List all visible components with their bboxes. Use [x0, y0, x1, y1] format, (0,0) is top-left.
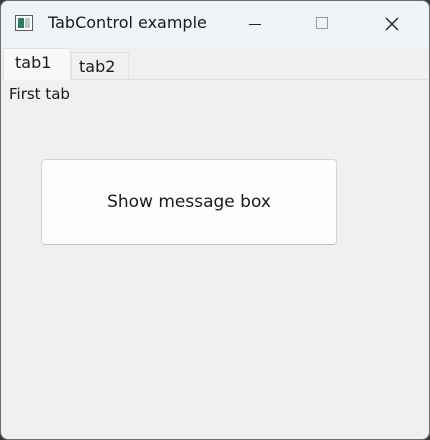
minimize-button[interactable] [232, 1, 278, 48]
tab-panel-label: First tab [9, 85, 70, 103]
minimize-icon [249, 24, 261, 25]
app-window-icon [15, 15, 33, 31]
close-button[interactable] [369, 1, 415, 48]
maximize-icon [316, 17, 328, 29]
window-title: TabControl example [48, 13, 207, 32]
app-window: TabControl example tab2 tab1 First tab S… [0, 0, 430, 440]
close-icon [385, 17, 399, 31]
tab-tab1[interactable]: tab1 [3, 48, 71, 80]
show-message-box-button[interactable]: Show message box [41, 159, 337, 245]
tab-tab2[interactable]: tab2 [71, 52, 129, 79]
title-bar[interactable]: TabControl example [1, 1, 429, 48]
maximize-button[interactable] [300, 1, 346, 48]
